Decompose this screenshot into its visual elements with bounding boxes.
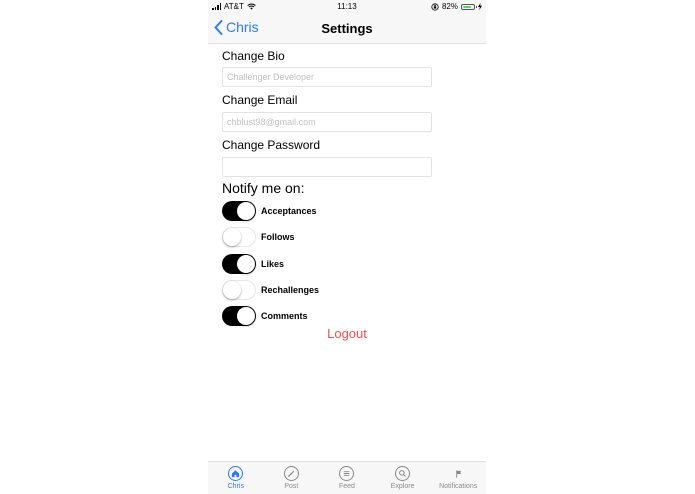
toggle-row-likes: Likes bbox=[222, 254, 284, 274]
search-icon bbox=[395, 466, 411, 481]
tab-feed[interactable]: Feed bbox=[319, 462, 375, 494]
toggle-row-comments: Comments bbox=[222, 306, 308, 326]
battery-percent: 82% bbox=[441, 2, 458, 11]
toggle-row-rechallenges: Rechallenges bbox=[222, 280, 319, 300]
page-title: Settings bbox=[321, 21, 373, 36]
charging-icon bbox=[478, 3, 482, 10]
phone-screen: AT&T 11:13 82% Chris Settings Change Bio… bbox=[208, 0, 486, 494]
bio-label: Change Bio bbox=[222, 49, 285, 63]
rechallenges-toggle[interactable] bbox=[222, 280, 256, 300]
follows-toggle[interactable] bbox=[222, 227, 256, 247]
acceptances-toggle[interactable] bbox=[222, 201, 256, 221]
list-icon bbox=[339, 466, 355, 481]
tab-label-notifications: Notifications bbox=[439, 483, 478, 490]
status-bar: AT&T 11:13 82% bbox=[208, 0, 486, 13]
toggle-row-acceptances: Acceptances bbox=[222, 201, 317, 221]
likes-toggle[interactable] bbox=[222, 254, 256, 274]
tab-chris[interactable]: Chris bbox=[208, 462, 264, 494]
tab-label-feed: Feed bbox=[339, 483, 355, 490]
tab-label-post: Post bbox=[284, 483, 299, 490]
orientation-lock-icon bbox=[431, 2, 439, 11]
status-right: 82% bbox=[431, 0, 482, 13]
flag-icon bbox=[451, 466, 466, 481]
acceptances-label: Acceptances bbox=[261, 206, 317, 216]
battery-icon bbox=[461, 3, 477, 10]
notify-title: Notify me on: bbox=[222, 180, 305, 196]
tab-post[interactable]: Post bbox=[264, 462, 320, 494]
logout-button[interactable]: Logout bbox=[208, 326, 486, 341]
pen-icon bbox=[283, 466, 299, 481]
rechallenges-label: Rechallenges bbox=[261, 285, 320, 295]
nav-bar: Chris Settings bbox=[208, 13, 486, 44]
password-label: Change Password bbox=[222, 138, 321, 152]
toggle-row-follows: Follows bbox=[222, 227, 295, 247]
follows-label: Follows bbox=[261, 232, 295, 242]
password-input[interactable] bbox=[222, 157, 432, 177]
tab-explore[interactable]: Explore bbox=[375, 462, 431, 494]
tab-label-explore: Explore bbox=[390, 483, 415, 490]
email-input[interactable] bbox=[222, 112, 432, 132]
tab-label-chris: Chris bbox=[227, 483, 244, 490]
comments-toggle[interactable] bbox=[222, 306, 256, 326]
home-icon bbox=[228, 466, 244, 481]
bio-input[interactable] bbox=[222, 67, 432, 87]
comments-label: Comments bbox=[261, 311, 308, 321]
tab-bar: Chris Post Feed Explore Notifications bbox=[208, 461, 486, 494]
email-label: Change Email bbox=[222, 93, 298, 107]
tab-notifications[interactable]: Notifications bbox=[430, 462, 486, 494]
likes-label: Likes bbox=[261, 259, 285, 269]
